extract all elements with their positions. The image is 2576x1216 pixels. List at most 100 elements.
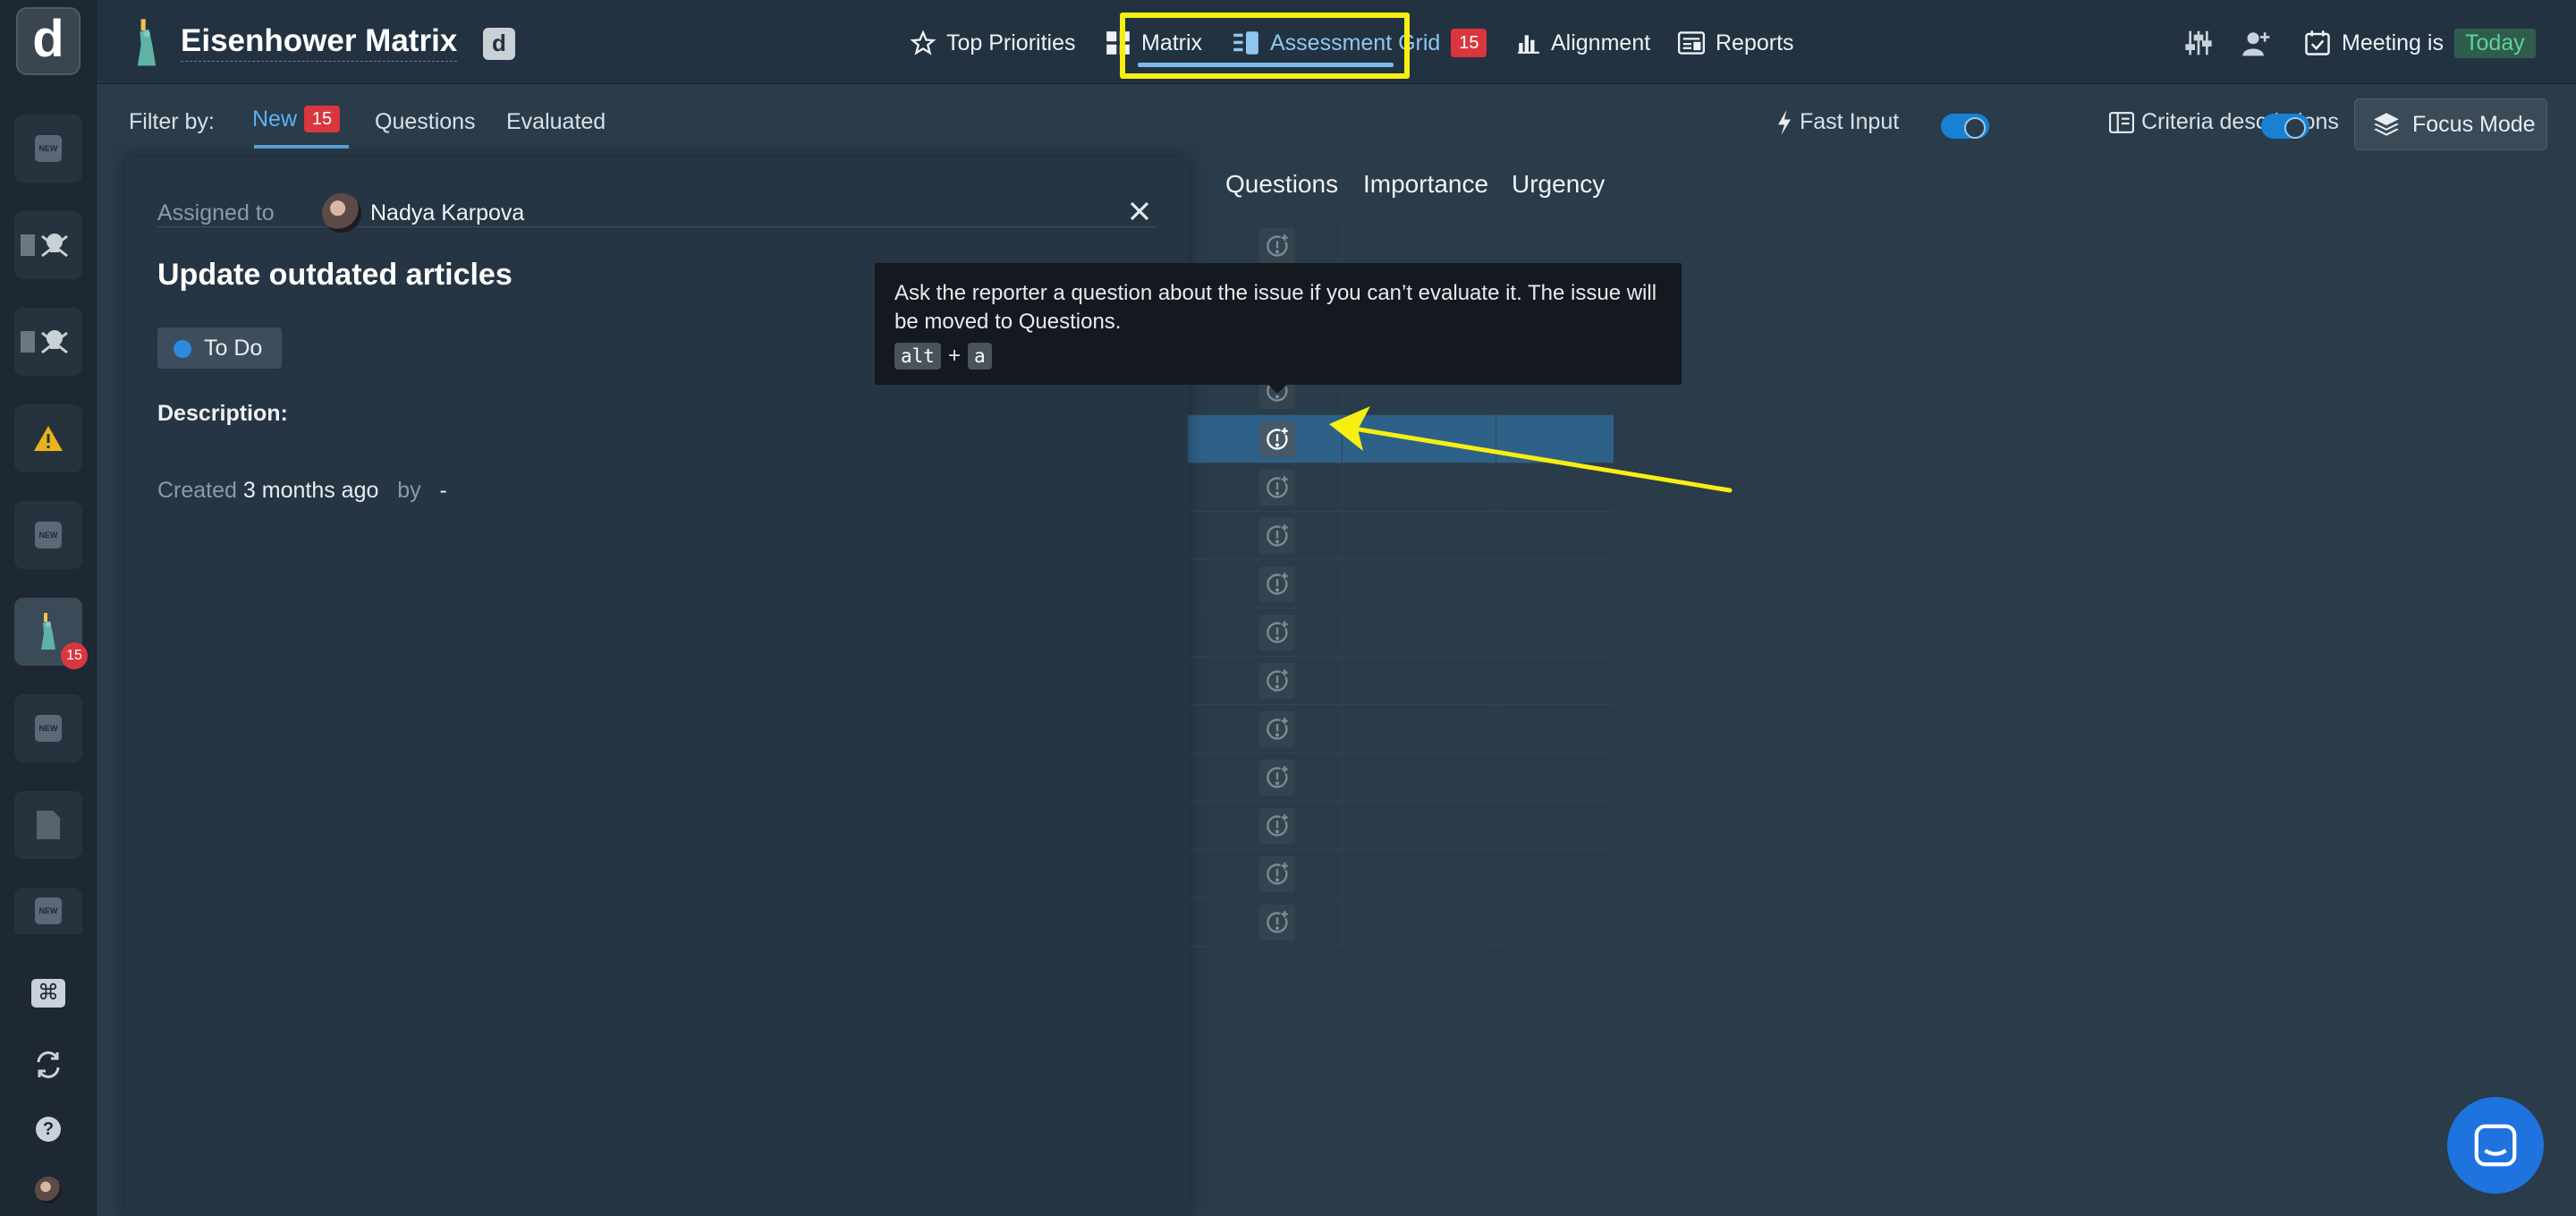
highlight-box [1120, 13, 1410, 79]
star-icon [911, 30, 936, 55]
table-row[interactable] [1188, 415, 1614, 463]
add-user-icon [2242, 32, 2270, 56]
new-icon: NEW [35, 135, 62, 162]
filter-label: Filter by: [129, 109, 215, 134]
sync-button[interactable] [27, 1043, 70, 1086]
assessment-count-badge: 15 [1451, 29, 1487, 57]
table-row[interactable] [1188, 898, 1614, 947]
warning-icon [34, 426, 63, 451]
app-logo[interactable]: d [16, 7, 80, 75]
table-row[interactable] [1188, 753, 1614, 802]
ask-question-icon [1267, 718, 1288, 740]
rail-project-7[interactable] [14, 791, 82, 859]
help-button[interactable]: ? [27, 1108, 70, 1151]
table-row[interactable] [1188, 608, 1614, 657]
ask-question-icon [1267, 524, 1288, 547]
criteria-descriptions-toggle[interactable] [2261, 114, 2309, 139]
ask-question-button[interactable] [1259, 905, 1295, 940]
command-palette-button[interactable]: ⌘ [27, 972, 70, 1015]
rail-project-4[interactable] [14, 404, 82, 472]
cell-divider [1342, 415, 1343, 463]
avatar [35, 1177, 62, 1203]
active-tab-underline [1138, 63, 1394, 67]
new-icon: NEW [35, 522, 62, 548]
ask-question-button[interactable] [1259, 808, 1295, 844]
filter-tab-questions[interactable]: Questions [375, 109, 476, 135]
table-row[interactable] [1188, 705, 1614, 753]
chat-button[interactable] [2447, 1097, 2544, 1194]
assignee-name[interactable]: Nadya Karpova [370, 200, 524, 226]
tooltip-text: Ask the reporter a question about the is… [894, 281, 1657, 334]
column-header-urgency: Urgency [1512, 170, 1606, 198]
ask-question-button[interactable] [1259, 228, 1295, 264]
table-row[interactable] [1188, 657, 1614, 705]
rail-count-badge: 15 [61, 642, 88, 669]
pirate-flag-icon [21, 330, 68, 354]
focus-mode-label: Focus Mode [2412, 111, 2536, 137]
pirate-flag-icon [21, 234, 68, 258]
rail-project-5[interactable]: NEW [14, 501, 82, 569]
meeting-date-badge: Today [2453, 28, 2536, 58]
ask-question-button[interactable] [1259, 760, 1295, 795]
calendar-check-icon [2305, 30, 2330, 55]
shortcut-plus: + [947, 344, 961, 368]
ask-question-button[interactable] [1259, 711, 1295, 747]
fast-input-label: Fast Input [1800, 109, 1900, 134]
filter-bar: Filter by: New 15 Questions Evaluated Fa… [97, 86, 2576, 157]
panel-header: Assigned to Nadya Karpova [157, 177, 1157, 233]
settings-sliders-button[interactable] [2184, 25, 2213, 61]
tab-top-priorities[interactable]: Top Priorities [911, 25, 1076, 61]
by-value: - [439, 478, 447, 503]
rail-project-8[interactable]: NEW [14, 888, 82, 934]
ask-question-button[interactable] [1259, 470, 1295, 506]
cell-divider [1342, 463, 1343, 512]
report-icon [1678, 31, 1705, 55]
page-title[interactable]: Eisenhower Matrix [181, 23, 458, 62]
table-row[interactable] [1188, 560, 1614, 608]
table-row[interactable] [1188, 802, 1614, 850]
column-header-questions: Questions [1225, 170, 1339, 198]
user-avatar-button[interactable] [27, 1172, 70, 1208]
filter-tab-new[interactable]: New 15 [252, 106, 341, 132]
rail-project-2[interactable] [14, 211, 82, 279]
table-row[interactable] [1188, 850, 1614, 898]
liberty-statue-icon [41, 613, 55, 650]
ask-question-button[interactable] [1259, 856, 1295, 892]
tab-reports[interactable]: Reports [1678, 25, 1794, 61]
invite-user-button[interactable] [2241, 25, 2272, 61]
table-row[interactable] [1188, 512, 1614, 560]
ask-question-button[interactable] [1259, 421, 1295, 457]
table-row[interactable] [1188, 463, 1614, 512]
cell-divider [1342, 850, 1343, 898]
by-label: by [397, 478, 421, 503]
ask-question-icon [1267, 428, 1288, 450]
ask-question-icon [1267, 234, 1288, 257]
status-dot [174, 340, 191, 358]
rail-project-3[interactable] [14, 308, 82, 376]
cell-divider [1342, 608, 1343, 657]
ask-question-button[interactable] [1259, 518, 1295, 554]
ask-question-button[interactable] [1259, 566, 1295, 602]
focus-mode-button[interactable]: Focus Mode [2354, 98, 2547, 150]
status-label: To Do [204, 336, 263, 361]
column-header-importance: Importance [1363, 170, 1489, 198]
ask-question-button[interactable] [1259, 663, 1295, 699]
lightning-icon [1778, 109, 1791, 135]
rail-project-1[interactable]: NEW [14, 115, 82, 183]
layers-icon [2374, 113, 2399, 136]
rail-project-6[interactable]: NEW [14, 694, 82, 762]
refresh-icon [37, 1051, 60, 1078]
rail-project-eisenhower[interactable]: 15 [14, 598, 88, 669]
fast-input-toggle[interactable] [1941, 114, 1989, 139]
project-avatar[interactable]: d [483, 28, 515, 60]
close-button[interactable] [1122, 193, 1157, 229]
ask-question-icon [1267, 766, 1288, 788]
meeting-button[interactable]: Meeting is Today [2304, 25, 2536, 61]
status-badge[interactable]: To Do [157, 327, 283, 369]
filter-tab-evaluated[interactable]: Evaluated [506, 109, 606, 135]
tab-alignment[interactable]: Alignment [1517, 25, 1650, 61]
avatar [322, 193, 361, 233]
ask-question-button[interactable] [1259, 615, 1295, 651]
shortcut-key-a: a [967, 343, 992, 370]
ask-question-icon [1267, 476, 1288, 498]
